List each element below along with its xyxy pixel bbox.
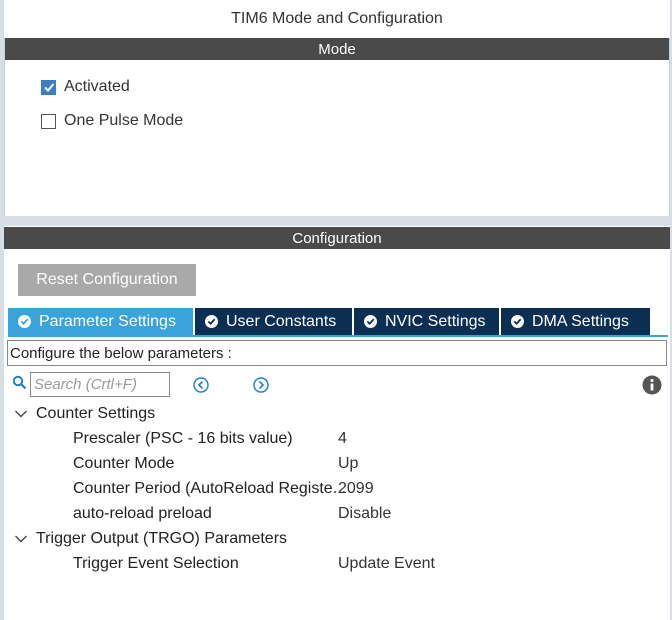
reset-configuration-button[interactable]: Reset Configuration [18,264,196,296]
one-pulse-mode-checkbox[interactable] [41,113,56,129]
tab-parameter-settings[interactable]: Parameter Settings [8,308,193,335]
tab-label: Parameter Settings [39,312,176,330]
tab-label: User Constants [226,312,337,330]
tab-nvic-settings[interactable]: NVIC Settings [354,308,499,335]
tab-dma-settings[interactable]: DMA Settings [501,308,650,335]
info-icon[interactable] [642,375,662,395]
one-pulse-mode-label: One Pulse Mode [64,112,184,129]
tab-label: NVIC Settings [385,312,486,330]
check-circle-icon [205,315,218,328]
value-trigger-event-selection[interactable]: Update Event [338,555,435,573]
tab-user-constants[interactable]: User Constants [195,308,352,335]
value-auto-reload-preload[interactable]: Disable [338,505,391,523]
description-text: Configure the below parameters : [10,344,232,362]
search-input[interactable] [30,372,170,397]
check-circle-icon [364,315,377,328]
check-icon [43,83,54,92]
window-title-text: TIM6 Mode and Configuration [231,10,443,27]
group-trigger-output[interactable]: Trigger Output (TRGO) Parameters [14,530,287,548]
param-counter-period[interactable]: Counter Period (AutoReload Registe... [73,480,346,498]
window-title: TIM6 Mode and Configuration [0,0,672,38]
search-previous-icon[interactable] [192,376,210,394]
configuration-header-text: Configuration [292,229,382,247]
search-row [12,372,662,398]
value-counter-period[interactable]: 2099 [338,480,374,498]
param-prescaler[interactable]: Prescaler (PSC - 16 bits value) [73,430,293,448]
param-trigger-event-selection[interactable]: Trigger Event Selection [73,555,239,573]
panel-divider [0,216,672,226]
activated-checkbox[interactable] [41,79,56,95]
param-counter-mode[interactable]: Counter Mode [73,455,174,473]
configuration-header: Configuration [4,227,670,249]
check-circle-icon [511,315,524,328]
group-label: Counter Settings [36,405,156,422]
group-counter-settings[interactable]: Counter Settings [14,405,155,423]
one-pulse-mode-option[interactable]: One Pulse Mode [41,112,183,130]
group-label: Trigger Output (TRGO) Parameters [36,530,288,547]
activated-label: Activated [64,78,130,95]
reset-configuration-label: Reset Configuration [36,271,178,288]
config-tabs: Parameter Settings User Constants NVIC S… [8,308,652,335]
activated-option[interactable]: Activated [41,78,130,96]
param-auto-reload-preload[interactable]: auto-reload preload [73,505,212,523]
chevron-down-icon[interactable] [14,534,28,544]
parameters-description: Configure the below parameters : [7,340,667,366]
mode-header: Mode [5,38,669,60]
chevron-down-icon[interactable] [14,409,28,419]
value-prescaler[interactable]: 4 [338,430,347,448]
check-circle-icon [18,315,31,328]
configuration-panel: Configuration Reset Configuration Parame… [4,226,670,620]
tab-underline [8,335,668,337]
value-counter-mode[interactable]: Up [338,455,358,473]
tab-label: DMA Settings [532,312,629,330]
mode-panel: Mode Activated One Pulse Mode [4,38,670,216]
search-icon [12,375,27,390]
search-next-icon[interactable] [252,376,270,394]
mode-header-text: Mode [318,40,356,58]
